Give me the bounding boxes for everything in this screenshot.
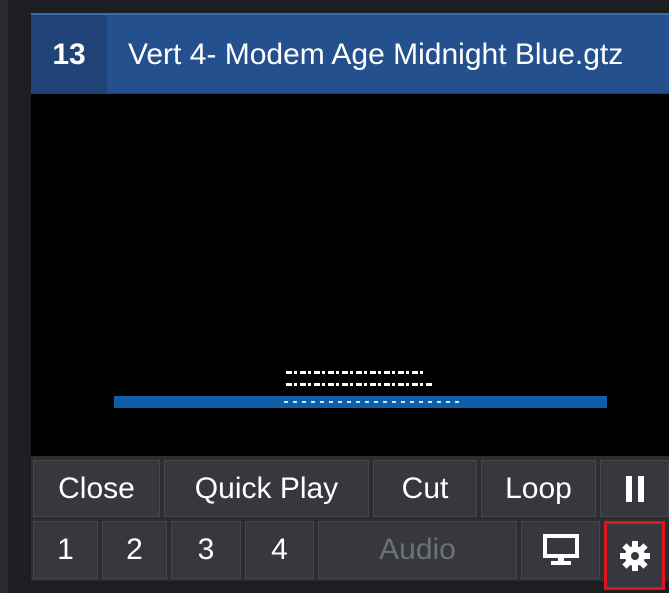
audio-button[interactable]: Audio (318, 521, 517, 579)
loop-button[interactable]: Loop (481, 460, 596, 517)
input-preview[interactable] (31, 94, 669, 456)
output-3-button[interactable]: 3 (171, 521, 241, 579)
gear-icon (619, 540, 650, 571)
input-window: 13 Vert 4- Modem Age Midnight Blue.gtz C… (0, 0, 669, 593)
input-number: 13 (31, 15, 107, 94)
input-titlebar[interactable]: 13 Vert 4- Modem Age Midnight Blue.gtz (31, 13, 669, 94)
input-title: Vert 4- Modem Age Midnight Blue.gtz (128, 38, 624, 71)
output-2-button[interactable]: 2 (102, 521, 167, 579)
lower-third-bar (114, 396, 607, 408)
quick-play-button[interactable]: Quick Play (164, 460, 369, 517)
close-button[interactable]: Close (33, 460, 160, 517)
monitor-icon (542, 534, 579, 565)
output-1-button[interactable]: 1 (33, 521, 98, 579)
lower-third-text-line-1 (286, 371, 424, 374)
pause-button[interactable] (600, 460, 669, 517)
external-output-button[interactable] (521, 521, 600, 579)
pause-icon (625, 475, 644, 502)
left-gutter (0, 0, 8, 593)
output-4-button[interactable]: 4 (245, 521, 314, 579)
lower-third-bar-text (284, 401, 464, 403)
cut-button[interactable]: Cut (373, 460, 477, 517)
lower-third-text-line-2 (286, 383, 434, 386)
settings-button[interactable] (604, 521, 665, 590)
